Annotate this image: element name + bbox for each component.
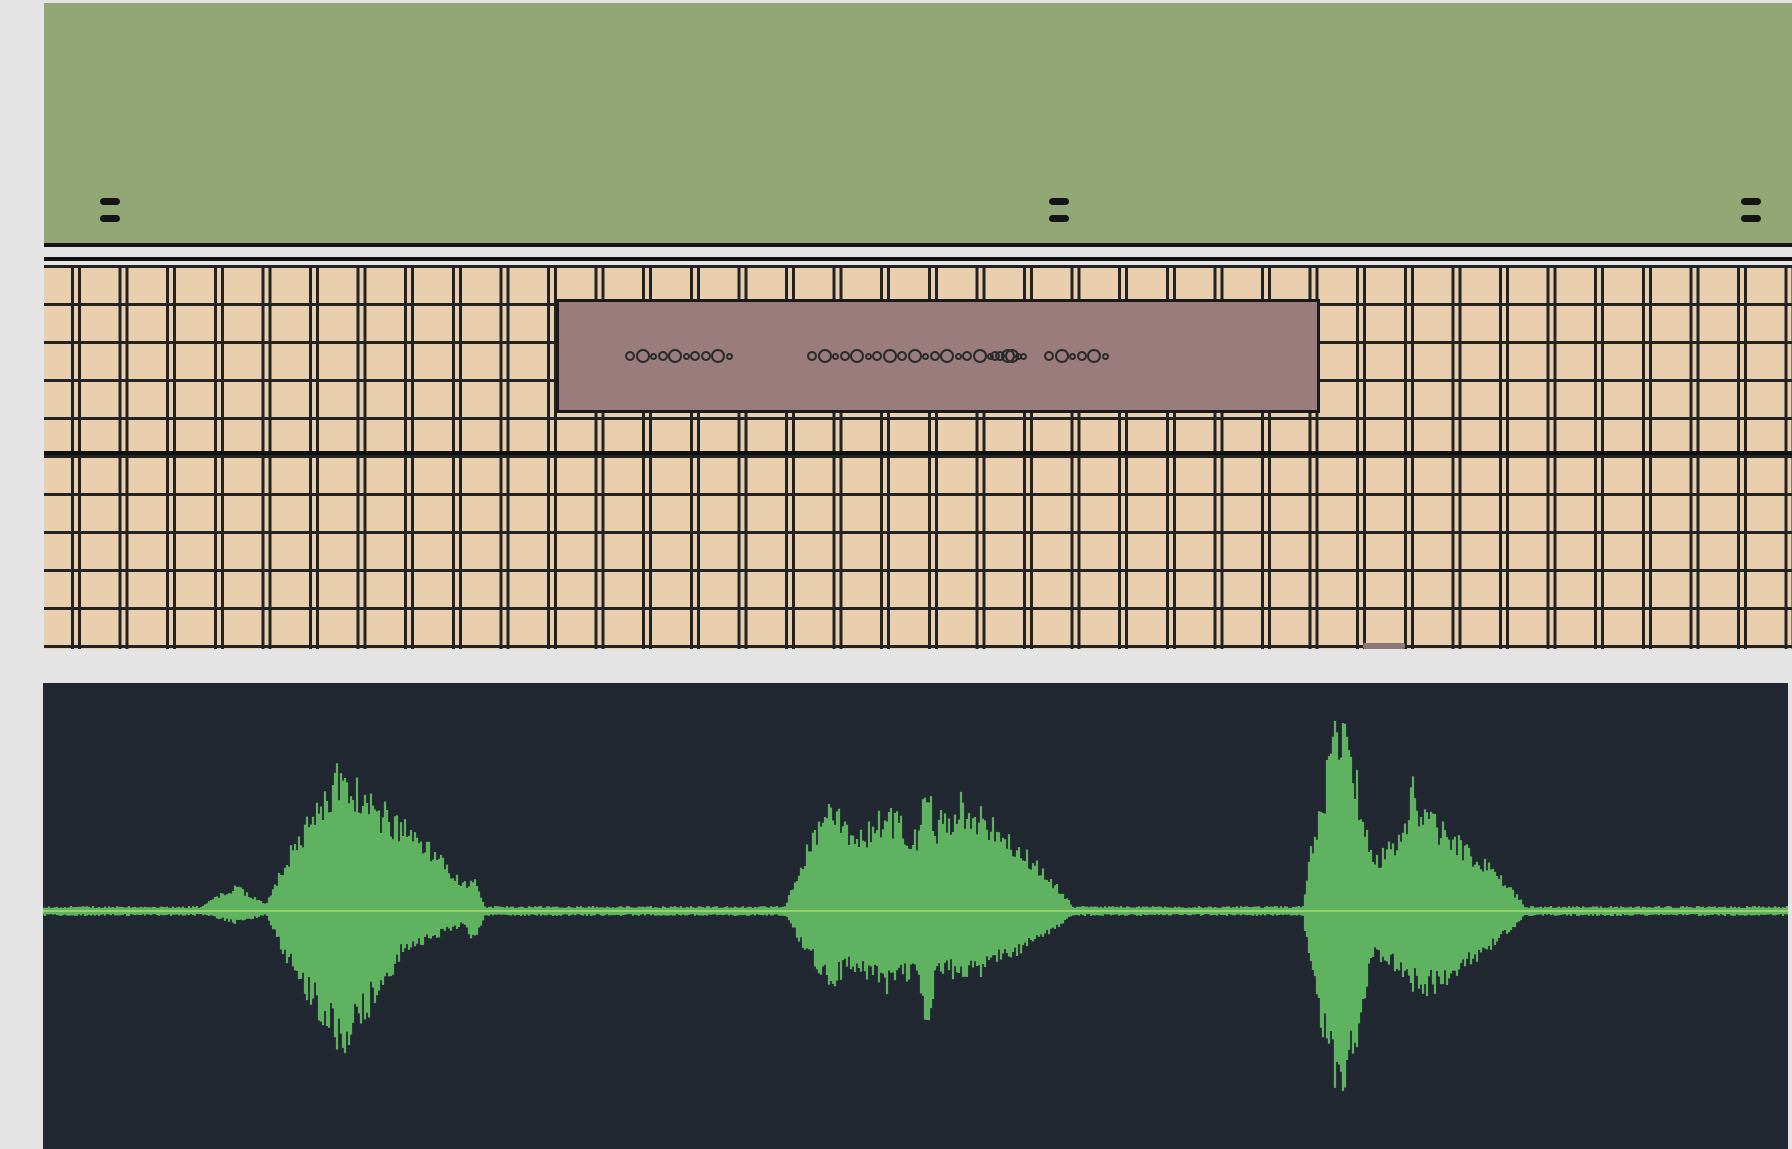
- marker-2-icon[interactable]: [1049, 195, 1069, 225]
- clip-glyph-group-3-icon: [990, 346, 1023, 366]
- marker-1-icon[interactable]: [100, 195, 120, 225]
- clip-glyph-group-4-icon: [1044, 346, 1109, 366]
- ruler-bottom-border: [44, 243, 1792, 247]
- waveform-panel[interactable]: [43, 683, 1788, 1149]
- sequencer-editor: [44, 3, 1792, 649]
- timeline-ruler[interactable]: [44, 3, 1792, 244]
- horizontal-scroll-thumb[interactable]: [1363, 643, 1405, 649]
- grid-top-border: [44, 257, 1792, 261]
- waveform-peaks: [43, 721, 1787, 1091]
- audio-clip[interactable]: [556, 299, 1320, 413]
- audio-waveform: [43, 683, 1788, 1149]
- marker-3-icon[interactable]: [1741, 195, 1761, 225]
- clip-glyph-group-1-icon: [625, 346, 733, 366]
- grid-divider: [44, 451, 1792, 455]
